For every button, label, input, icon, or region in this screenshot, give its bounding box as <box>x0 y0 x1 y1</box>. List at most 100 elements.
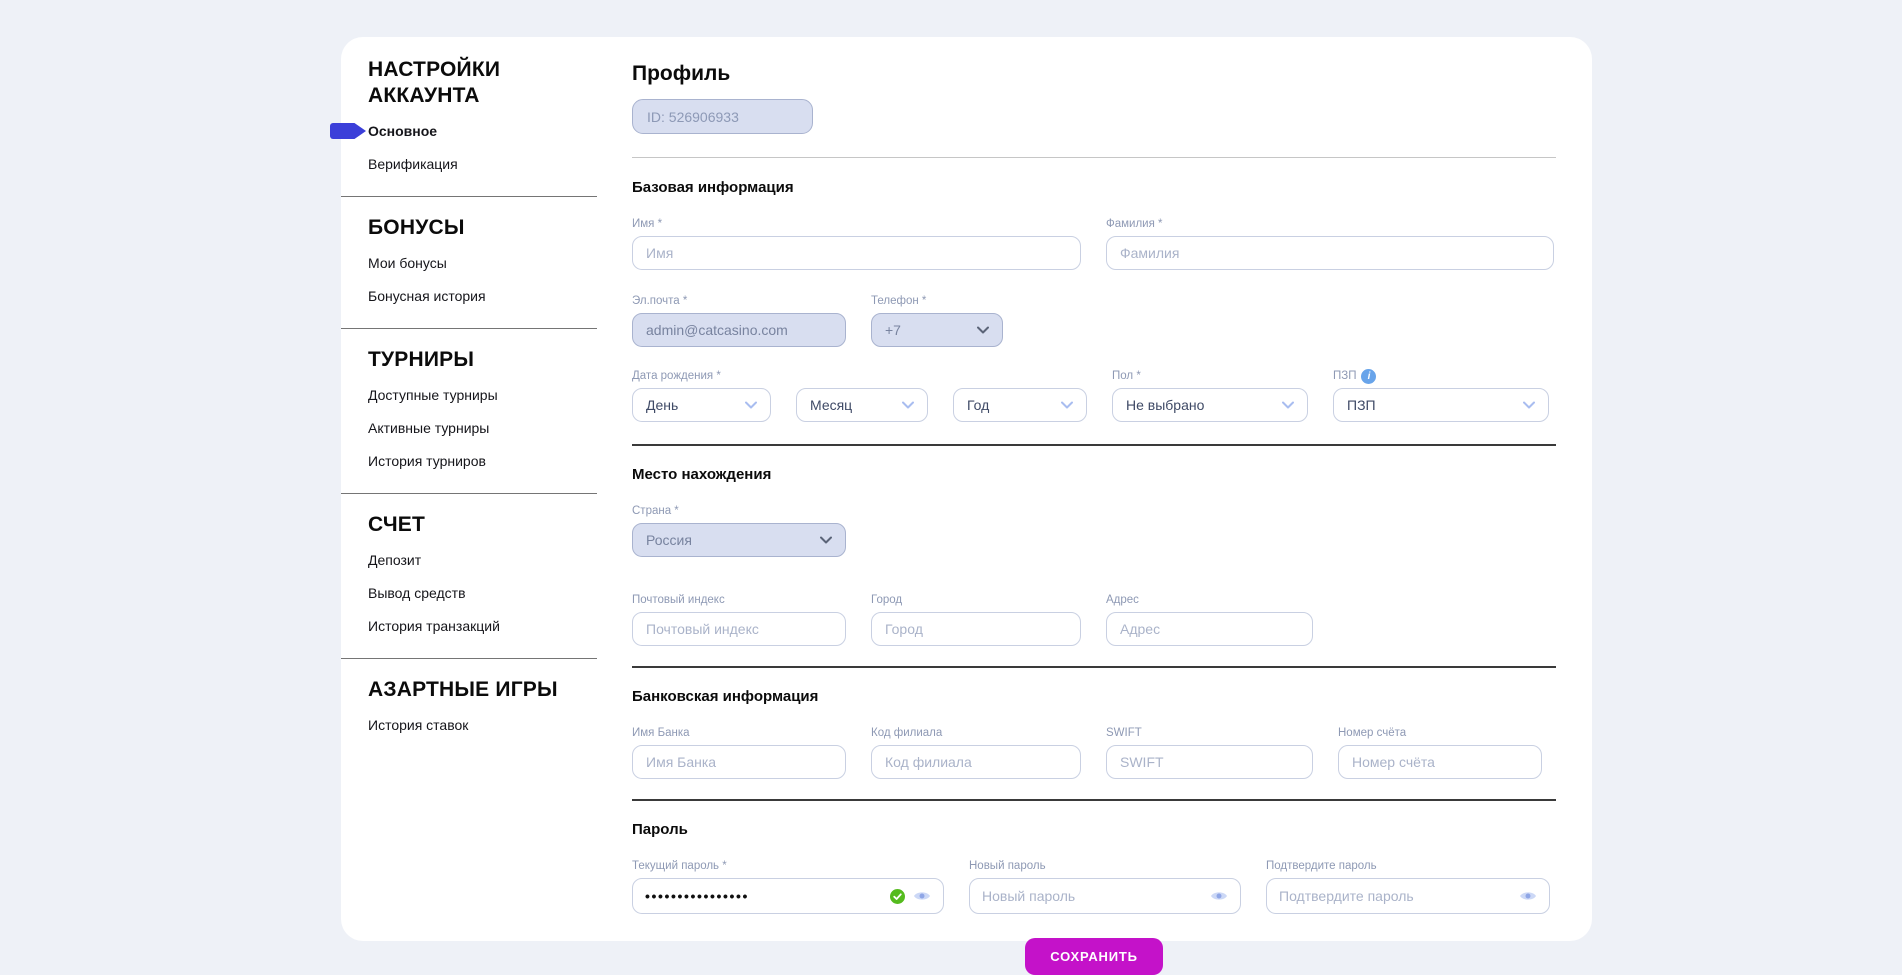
sidebar-item-label: Вывод средств <box>368 585 466 601</box>
last-name-label: Фамилия * <box>1106 217 1554 231</box>
eye-icon[interactable] <box>1519 890 1537 902</box>
dob-year-select[interactable]: Год <box>953 388 1087 422</box>
chevron-down-icon <box>1523 401 1535 409</box>
sidebar-item-bonus-history[interactable]: Бонусная история <box>368 288 632 304</box>
current-password-value[interactable]: •••••••••••••••• <box>645 888 882 904</box>
current-password-input-box: •••••••••••••••• <box>632 878 944 914</box>
bank-name-label: Имя Банка <box>632 726 846 740</box>
account-number-field: Номер счёта <box>1338 726 1542 779</box>
address-label: Адрес <box>1106 593 1313 607</box>
email-label: Эл.почта * <box>632 294 846 308</box>
bank-name-input[interactable] <box>632 745 846 779</box>
phone-code-value: +7 <box>885 322 901 338</box>
profile-id-value: ID: 526906933 <box>647 109 739 125</box>
eye-icon[interactable] <box>1210 890 1228 902</box>
new-password-field: Новый пароль <box>969 859 1241 914</box>
city-label: Город <box>871 593 1081 607</box>
section-divider <box>632 157 1556 158</box>
info-icon[interactable]: i <box>1361 369 1376 384</box>
city-field: Город <box>871 593 1081 646</box>
email-input: admin@catcasino.com <box>632 313 846 347</box>
password-heading: Пароль <box>632 821 1556 838</box>
chevron-down-icon <box>902 401 914 409</box>
sidebar-item-verification[interactable]: Верификация <box>368 156 632 172</box>
dob-gender-row: Дата рождения * День Месяц <box>632 369 1556 422</box>
sidebar-item-transaction-history[interactable]: История транзакций <box>368 618 632 634</box>
eye-icon[interactable] <box>913 890 931 902</box>
country-select[interactable]: Россия <box>632 523 846 557</box>
profile-content: Профиль ID: 526906933 Базовая информация… <box>632 37 1592 941</box>
first-name-input[interactable] <box>632 236 1081 270</box>
sidebar-item-label: Основное <box>368 123 437 139</box>
dob-month-select[interactable]: Месяц <box>796 388 928 422</box>
basic-info-heading: Базовая информация <box>632 179 1556 196</box>
bank-row: Имя Банка Код филиала SWIFT Номер счёта <box>632 726 1556 779</box>
sidebar-item-deposit[interactable]: Депозит <box>368 552 632 568</box>
account-number-input[interactable] <box>1338 745 1542 779</box>
dob-day-value: День <box>646 397 678 413</box>
profile-id-badge: ID: 526906933 <box>632 99 813 134</box>
branch-code-field: Код филиала <box>871 726 1081 779</box>
phone-label: Телефон * <box>871 294 1003 308</box>
section-divider <box>632 799 1556 801</box>
address-input[interactable] <box>1106 612 1313 646</box>
sidebar-item-withdrawal[interactable]: Вывод средств <box>368 585 632 601</box>
sidebar-item-bet-history[interactable]: История ставок <box>368 717 632 733</box>
phone-code-select[interactable]: +7 <box>871 313 1003 347</box>
pzp-label-row: ПЗП i <box>1333 369 1549 383</box>
sidebar-item-main[interactable]: Основное <box>368 123 632 139</box>
gender-value: Не выбрано <box>1126 397 1204 413</box>
sidebar-item-label: Мои бонусы <box>368 255 447 271</box>
sidebar-item-tournament-history[interactable]: История турниров <box>368 453 632 469</box>
account-number-label: Номер счёта <box>1338 726 1542 740</box>
gender-select[interactable]: Не выбрано <box>1112 388 1308 422</box>
country-row: Страна * Россия <box>632 504 1556 557</box>
sidebar-item-active-tournaments[interactable]: Активные турниры <box>368 420 632 436</box>
sidebar-divider <box>341 493 597 494</box>
address-row: Почтовый индекс Город Адрес <box>632 593 1556 646</box>
sidebar-item-available-tournaments[interactable]: Доступные турниры <box>368 387 632 403</box>
new-password-input[interactable] <box>982 888 1202 904</box>
sidebar-item-label: Верификация <box>368 156 458 172</box>
sidebar-divider <box>341 196 597 197</box>
location-heading: Место нахождения <box>632 466 1556 483</box>
sidebar-section-title-gambling: АЗАРТНЫЕ ИГРЫ <box>368 677 583 703</box>
pzp-label: ПЗП <box>1333 370 1356 382</box>
section-divider <box>632 666 1556 668</box>
sidebar-item-my-bonuses[interactable]: Мои бонусы <box>368 255 632 271</box>
current-password-field: Текущий пароль * •••••••••••••••• <box>632 859 944 914</box>
password-row: Текущий пароль * •••••••••••••••• Новый … <box>632 859 1556 914</box>
dob-day-select[interactable]: День <box>632 388 771 422</box>
first-name-field: Имя * <box>632 217 1081 270</box>
account-settings-card: НАСТРОЙКИ АККАУНТА Основное Верификация … <box>341 37 1592 941</box>
city-input[interactable] <box>871 612 1081 646</box>
confirm-password-input[interactable] <box>1279 888 1511 904</box>
postal-code-field: Почтовый индекс <box>632 593 846 646</box>
swift-field: SWIFT <box>1106 726 1313 779</box>
sidebar: НАСТРОЙКИ АККАУНТА Основное Верификация … <box>341 37 632 941</box>
country-value: Россия <box>646 532 692 548</box>
current-password-label: Текущий пароль * <box>632 859 944 873</box>
dob-day-field: Дата рождения * День <box>632 369 771 422</box>
section-divider <box>632 444 1556 446</box>
chevron-down-icon <box>1061 401 1073 409</box>
branch-code-input[interactable] <box>871 745 1081 779</box>
last-name-field: Фамилия * <box>1106 217 1554 270</box>
check-circle-icon <box>890 889 905 904</box>
sidebar-item-label: Бонусная история <box>368 288 486 304</box>
name-row: Имя * Фамилия * <box>632 217 1556 270</box>
chevron-down-icon <box>977 326 989 334</box>
sidebar-section-title-account-settings: НАСТРОЙКИ АККАУНТА <box>368 57 583 109</box>
sidebar-item-label: История ставок <box>368 717 468 733</box>
email-value: admin@catcasino.com <box>646 322 788 338</box>
postal-code-input[interactable] <box>632 612 846 646</box>
branch-code-label: Код филиала <box>871 726 1081 740</box>
swift-input[interactable] <box>1106 745 1313 779</box>
save-button[interactable]: СОХРАНИТЬ <box>1025 938 1163 975</box>
pzp-value: ПЗП <box>1347 397 1376 413</box>
contact-row: Эл.почта * admin@catcasino.com Телефон *… <box>632 294 1556 347</box>
sidebar-section-title-account: СЧЕТ <box>368 512 583 538</box>
last-name-input[interactable] <box>1106 236 1554 270</box>
pzp-select[interactable]: ПЗП <box>1333 388 1549 422</box>
first-name-label: Имя * <box>632 217 1081 231</box>
